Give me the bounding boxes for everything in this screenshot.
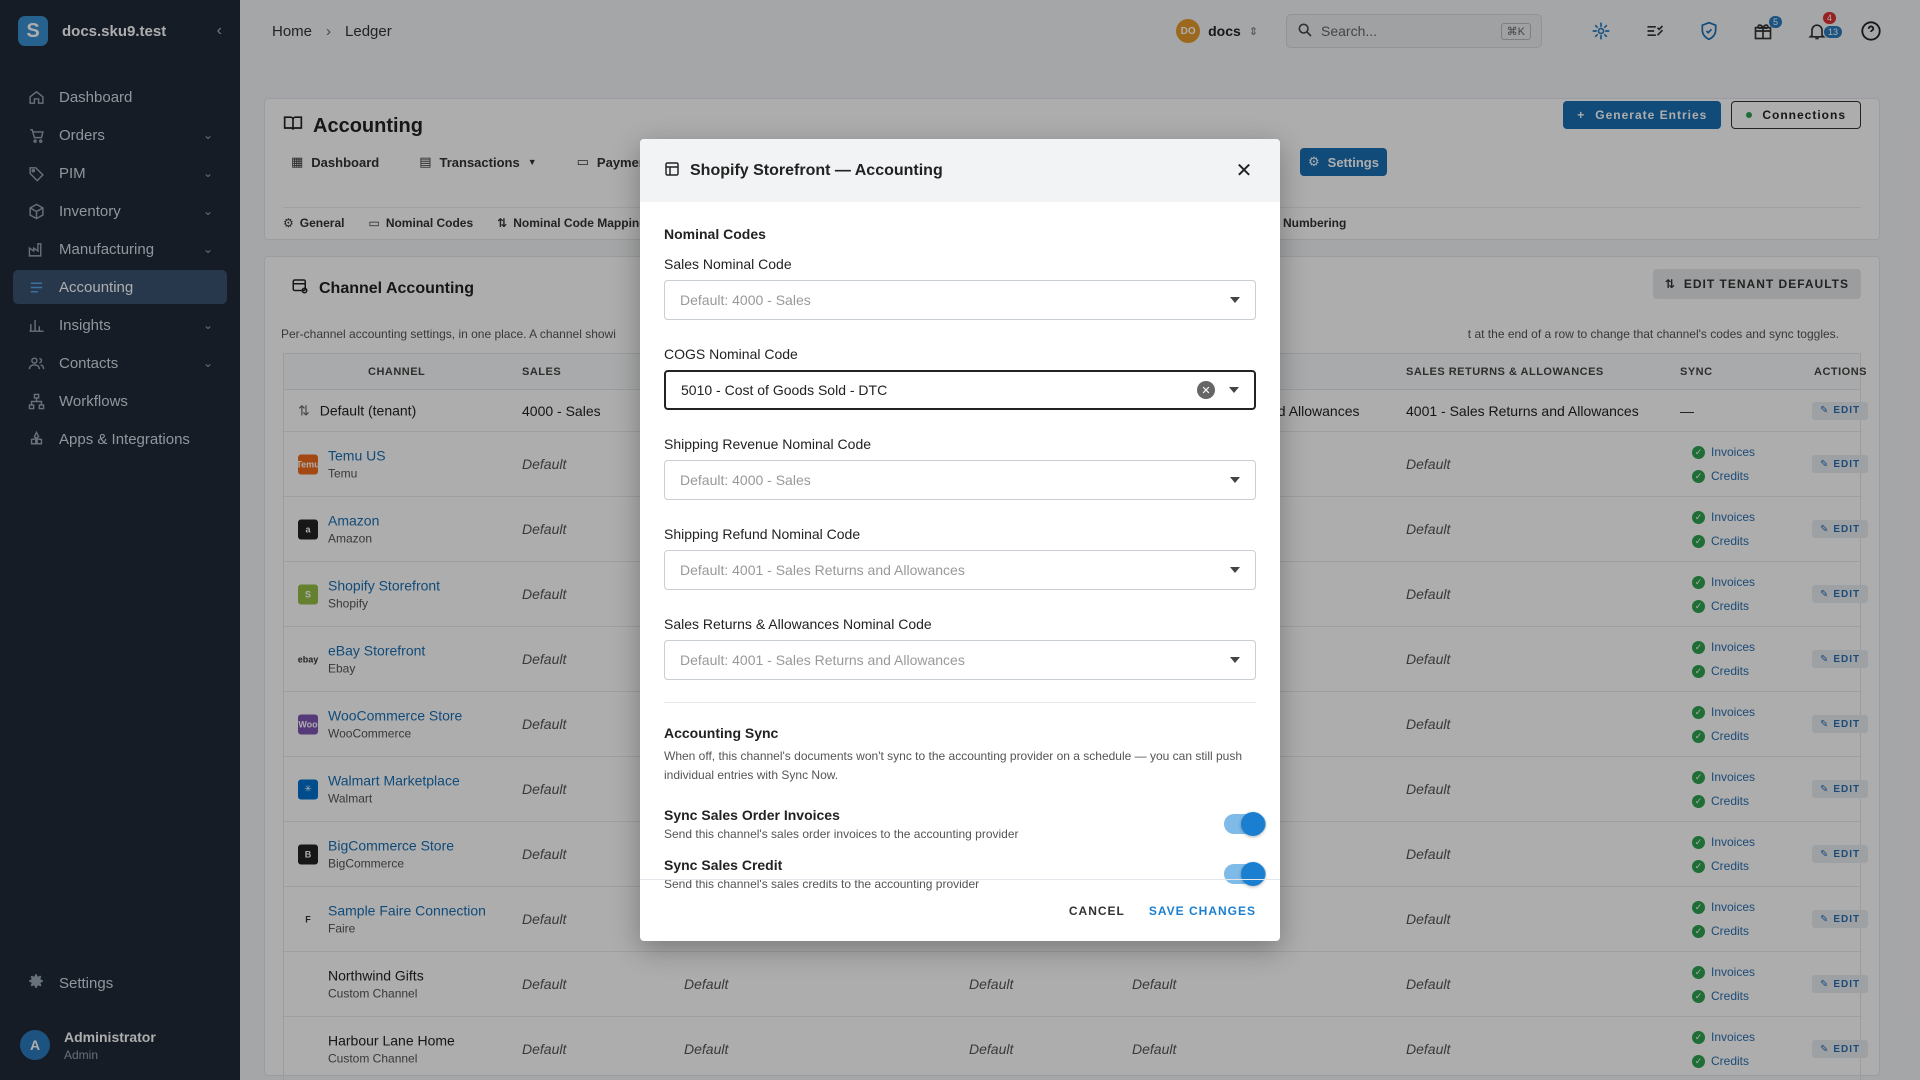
channel-accounting-modal: Shopify Storefront — Accounting ✕ Nomina… — [640, 139, 1280, 941]
toggle-description: Send this channel's sales order invoices… — [664, 827, 1019, 841]
close-icon[interactable]: ✕ — [1232, 158, 1256, 183]
toggle-title: Sync Sales Order Invoices — [664, 807, 840, 823]
field-shipping-revenue-nominal-code: Shipping Revenue Nominal Code Default: 40… — [664, 436, 1256, 500]
caret-down-icon[interactable] — [1229, 387, 1239, 393]
divider — [664, 702, 1256, 703]
sales-returns-allowances-nominal-code-select[interactable]: Default: 4001 - Sales Returns and Allowa… — [664, 640, 1256, 680]
caret-down-icon[interactable] — [1230, 477, 1240, 483]
field-sales-nominal-code: Sales Nominal Code Default: 4000 - Sales — [664, 256, 1256, 320]
select-value: Default: 4000 - Sales — [680, 472, 811, 488]
field-shipping-refund-nominal-code: Shipping Refund Nominal Code Default: 400… — [664, 526, 1256, 590]
toggle-knob — [1241, 812, 1265, 836]
field-label: Sales Nominal Code — [664, 256, 792, 272]
select-value: 5010 - Cost of Goods Sold - DTC — [681, 382, 888, 398]
cancel-button[interactable]: CANCEL — [1069, 904, 1125, 918]
caret-down-icon[interactable] — [1230, 297, 1240, 303]
select-value: Default: 4001 - Sales Returns and Allowa… — [680, 652, 965, 668]
table-icon — [664, 161, 680, 180]
save-changes-button[interactable]: SAVE CHANGES — [1149, 904, 1256, 918]
toggle-row-sync-sales-order-invoices: Sync Sales Order Invoices Send this chann… — [664, 799, 1266, 849]
accounting-sync-heading: Accounting Sync — [664, 725, 779, 741]
toggle-title: Sync Sales Credit — [664, 857, 783, 873]
select-value: Default: 4000 - Sales — [680, 292, 811, 308]
modal-title: Shopify Storefront — Accounting — [690, 161, 943, 179]
field-cogs-nominal-code: COGS Nominal Code 5010 - Cost of Goods So… — [664, 346, 1256, 410]
field-label: Shipping Revenue Nominal Code — [664, 436, 872, 452]
select-value: Default: 4001 - Sales Returns and Allowa… — [680, 562, 965, 578]
modal-body: Nominal Codes Sales Nominal Code Default:… — [640, 202, 1280, 899]
field-label: COGS Nominal Code — [664, 346, 798, 362]
modal-footer: CANCEL SAVE CHANGES — [640, 879, 1280, 941]
caret-down-icon[interactable] — [1230, 657, 1240, 663]
clear-icon[interactable]: ✕ — [1197, 381, 1215, 399]
field-label: Sales Returns & Allowances Nominal Code — [664, 616, 932, 632]
shipping-refund-nominal-code-select[interactable]: Default: 4001 - Sales Returns and Allowa… — [664, 550, 1256, 590]
nominal-code-fields: Sales Nominal Code Default: 4000 - Sales C… — [664, 256, 1256, 680]
accounting-sync-description: When off, this channel's documents won't… — [664, 749, 1243, 782]
cogs-nominal-code-select[interactable]: 5010 - Cost of Goods Sold - DTC ✕ — [664, 370, 1256, 410]
field-label: Shipping Refund Nominal Code — [664, 526, 861, 542]
sales-nominal-code-select[interactable]: Default: 4000 - Sales — [664, 280, 1256, 320]
field-sales-returns-allowances-nominal-code: Sales Returns & Allowances Nominal Code D… — [664, 616, 1256, 680]
modal-header: Shopify Storefront — Accounting ✕ — [640, 139, 1280, 202]
sync-sales-order-invoices-toggle[interactable] — [1224, 812, 1266, 836]
shipping-revenue-nominal-code-select[interactable]: Default: 4000 - Sales — [664, 460, 1256, 500]
nominal-codes-heading: Nominal Codes — [664, 226, 766, 242]
caret-down-icon[interactable] — [1230, 567, 1240, 573]
